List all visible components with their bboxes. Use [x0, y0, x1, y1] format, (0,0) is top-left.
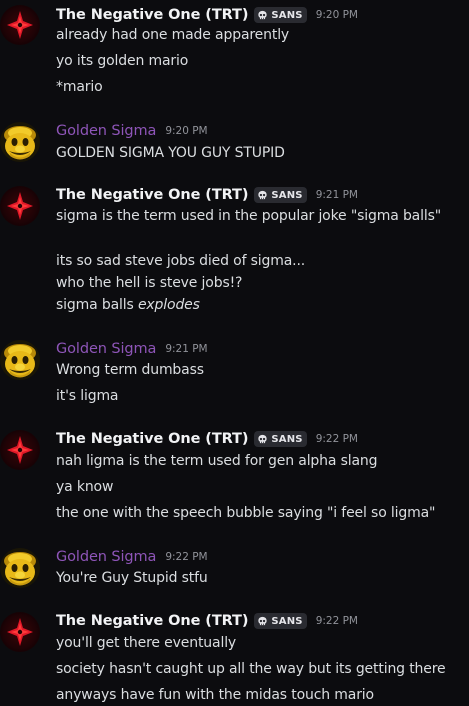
server-tag[interactable]: SANS: [254, 431, 307, 447]
timestamp[interactable]: 9:22 PM: [316, 615, 358, 627]
username[interactable]: The Negative One (TRT): [56, 187, 248, 203]
timestamp[interactable]: 9:22 PM: [316, 433, 358, 445]
message-text: ya know: [56, 479, 114, 495]
timestamp[interactable]: 9:21 PM: [316, 189, 358, 201]
golden-mario-face-icon: [0, 548, 40, 588]
server-tag-label: SANS: [271, 189, 303, 201]
message-text: GOLDEN SIGMA YOU GUY STUPID: [56, 145, 285, 161]
timestamp[interactable]: 9:20 PM: [165, 125, 207, 137]
server-tag-label: SANS: [271, 433, 303, 445]
avatar[interactable]: [0, 340, 40, 380]
message-text: Wrong term dumbass: [56, 362, 204, 378]
avatar[interactable]: [0, 186, 40, 226]
golden-mario-face-icon: [0, 122, 40, 162]
avatar[interactable]: [0, 5, 40, 45]
skull-icon: [257, 190, 268, 201]
skull-icon: [257, 10, 268, 21]
username[interactable]: Golden Sigma: [56, 123, 156, 139]
red-star-icon: [0, 430, 40, 470]
message-text: its so sad steve jobs died of sigma...: [56, 253, 306, 269]
username[interactable]: Golden Sigma: [56, 341, 156, 357]
avatar[interactable]: [0, 548, 40, 588]
message-header: Golden Sigma 9:22 PM: [56, 546, 208, 568]
message-text: you'll get there eventually: [56, 635, 237, 651]
timestamp[interactable]: 9:21 PM: [165, 343, 207, 355]
username[interactable]: The Negative One (TRT): [56, 431, 248, 447]
timestamp[interactable]: 9:22 PM: [165, 551, 207, 563]
server-tag[interactable]: SANS: [254, 613, 307, 629]
message-text: yo its golden mario: [56, 53, 189, 69]
message-header: Golden Sigma 9:21 PM: [56, 338, 208, 360]
skull-icon: [257, 616, 268, 627]
red-star-icon: [0, 612, 40, 652]
message-header: The Negative One (TRT) SANS 9:22 PM: [56, 610, 358, 632]
timestamp[interactable]: 9:20 PM: [316, 9, 358, 21]
message-text: who the hell is steve jobs!?: [56, 275, 243, 291]
message-text-italic: explodes: [137, 297, 200, 313]
message-text: sigma is the term used in the popular jo…: [56, 208, 442, 224]
red-star-icon: [0, 186, 40, 226]
message-text: nah ligma is the term used for gen alpha…: [56, 453, 378, 469]
message-header: The Negative One (TRT) SANS 9:21 PM: [56, 184, 358, 206]
message-text: already had one made apparently: [56, 27, 290, 43]
server-tag[interactable]: SANS: [254, 7, 307, 23]
message-text: the one with the speech bubble saying "i…: [56, 505, 436, 521]
username[interactable]: The Negative One (TRT): [56, 613, 248, 629]
server-tag-label: SANS: [271, 9, 303, 21]
chat-messages: The Negative One (TRT) SANS 9:20 PM alre…: [0, 0, 469, 706]
message-text: it's ligma: [56, 388, 119, 404]
message-text-plain: sigma balls: [56, 297, 134, 313]
message-text: sigma balls explodes: [56, 295, 200, 315]
avatar[interactable]: [0, 122, 40, 162]
red-star-icon: [0, 5, 40, 45]
skull-icon: [257, 434, 268, 445]
message-header: Golden Sigma 9:20 PM: [56, 120, 208, 142]
message-header: The Negative One (TRT) SANS 9:20 PM: [56, 4, 358, 26]
server-tag-label: SANS: [271, 615, 303, 627]
message-text: anyways have fun with the midas touch ma…: [56, 687, 374, 703]
golden-mario-face-icon: [0, 340, 40, 380]
username[interactable]: Golden Sigma: [56, 549, 156, 565]
message-text: *mario: [56, 79, 103, 95]
message-text: society hasn't caught up all the way but…: [56, 661, 446, 677]
avatar[interactable]: [0, 430, 40, 470]
message-text: You're Guy Stupid stfu: [56, 570, 208, 586]
server-tag[interactable]: SANS: [254, 187, 307, 203]
username[interactable]: The Negative One (TRT): [56, 7, 248, 23]
message-header: The Negative One (TRT) SANS 9:22 PM: [56, 428, 358, 450]
avatar[interactable]: [0, 612, 40, 652]
